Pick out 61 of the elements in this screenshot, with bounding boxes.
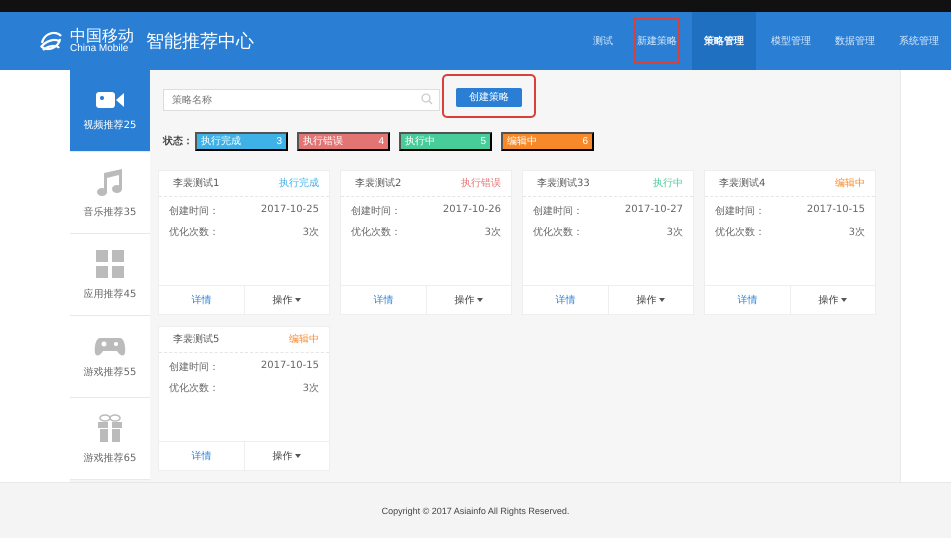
caret-icon <box>477 298 484 302</box>
field-label: 创建时间： <box>169 360 219 374</box>
caret-icon <box>295 298 302 302</box>
field-value: 2017-10-25 <box>260 204 319 216</box>
status-text: 执行中 <box>653 176 683 190</box>
create-button[interactable]: 创建策略 <box>456 88 522 106</box>
video-camera-icon <box>95 90 125 110</box>
app-title: 智能推荐中心 <box>146 30 254 53</box>
gift-icon <box>96 412 124 442</box>
field-label: 创建时间： <box>715 204 765 218</box>
search-field[interactable]: 策略名称 <box>163 89 440 112</box>
caret-icon <box>841 298 848 302</box>
field-value: 3次 <box>302 226 319 238</box>
field-label: 优化次数： <box>533 226 583 238</box>
sidebar-item[interactable]: 应用推荐45 <box>70 234 150 316</box>
nav-tab[interactable]: 模型管理 <box>762 12 820 70</box>
status-text: 执行完成 <box>279 176 319 190</box>
card-title: 李裴测试1 <box>173 176 220 190</box>
sidebar-item[interactable]: 视频推荐25 <box>70 70 150 152</box>
status-text: 编辑中 <box>289 332 319 346</box>
nav-tab[interactable]: 系统管理 <box>890 12 948 70</box>
music-note-icon <box>95 166 125 196</box>
field-value: 3次 <box>484 226 501 238</box>
status-filter-button[interactable]: 编辑中 6 <box>501 132 594 150</box>
field-label: 优化次数： <box>169 382 219 394</box>
field-label: 创建时间： <box>169 204 219 218</box>
status-label: 状态： <box>163 134 193 148</box>
nav-tab[interactable]: 新建策略 <box>628 12 686 70</box>
status-filter-button[interactable]: 执行错误 4 <box>297 132 390 150</box>
field-value: 3次 <box>848 226 865 238</box>
field-value: 2017-10-15 <box>806 204 865 216</box>
field-label: 优化次数： <box>351 226 401 238</box>
status-text: 编辑中 <box>835 176 865 190</box>
app-grid-icon <box>95 248 125 278</box>
caret-icon <box>659 298 666 302</box>
nav-tab[interactable]: 数据管理 <box>826 12 884 70</box>
nav-tab[interactable]: 测试 <box>584 12 622 70</box>
copyright-text: Copyright © 2017 Asiainfo All Rights Reserved. <box>382 506 570 516</box>
status-text: 执行错误 <box>461 176 501 190</box>
field-label: 优化次数： <box>169 226 219 238</box>
field-value: 2017-10-26 <box>442 204 501 216</box>
card-title: 李裴测试2 <box>355 176 402 190</box>
caret-icon <box>295 454 302 458</box>
card-title: 李裴测试33 <box>537 176 590 190</box>
logo-text: 中国移动 <box>70 28 134 44</box>
sidebar-item[interactable]: 游戏推荐55 <box>70 316 150 398</box>
search-icon <box>421 92 433 105</box>
field-value: 2017-10-27 <box>624 204 683 216</box>
field-label: 创建时间： <box>533 204 583 218</box>
field-label: 创建时间： <box>351 204 401 218</box>
card-title: 李裴测试4 <box>719 176 766 190</box>
field-label: 优化次数： <box>715 226 765 238</box>
nav-tab[interactable]: 策略管理 <box>692 12 756 70</box>
field-value: 2017-10-15 <box>260 360 319 372</box>
sidebar-item[interactable]: 音乐推荐35 <box>70 152 150 234</box>
status-filter-button[interactable]: 执行完成 3 <box>195 132 288 150</box>
card-title: 李裴测试5 <box>173 332 220 346</box>
field-value: 3次 <box>666 226 683 238</box>
logo-subtitle: China Mobile <box>70 44 130 54</box>
sidebar-item[interactable]: 游戏推荐65 <box>70 398 150 480</box>
field-value: 3次 <box>302 382 319 394</box>
